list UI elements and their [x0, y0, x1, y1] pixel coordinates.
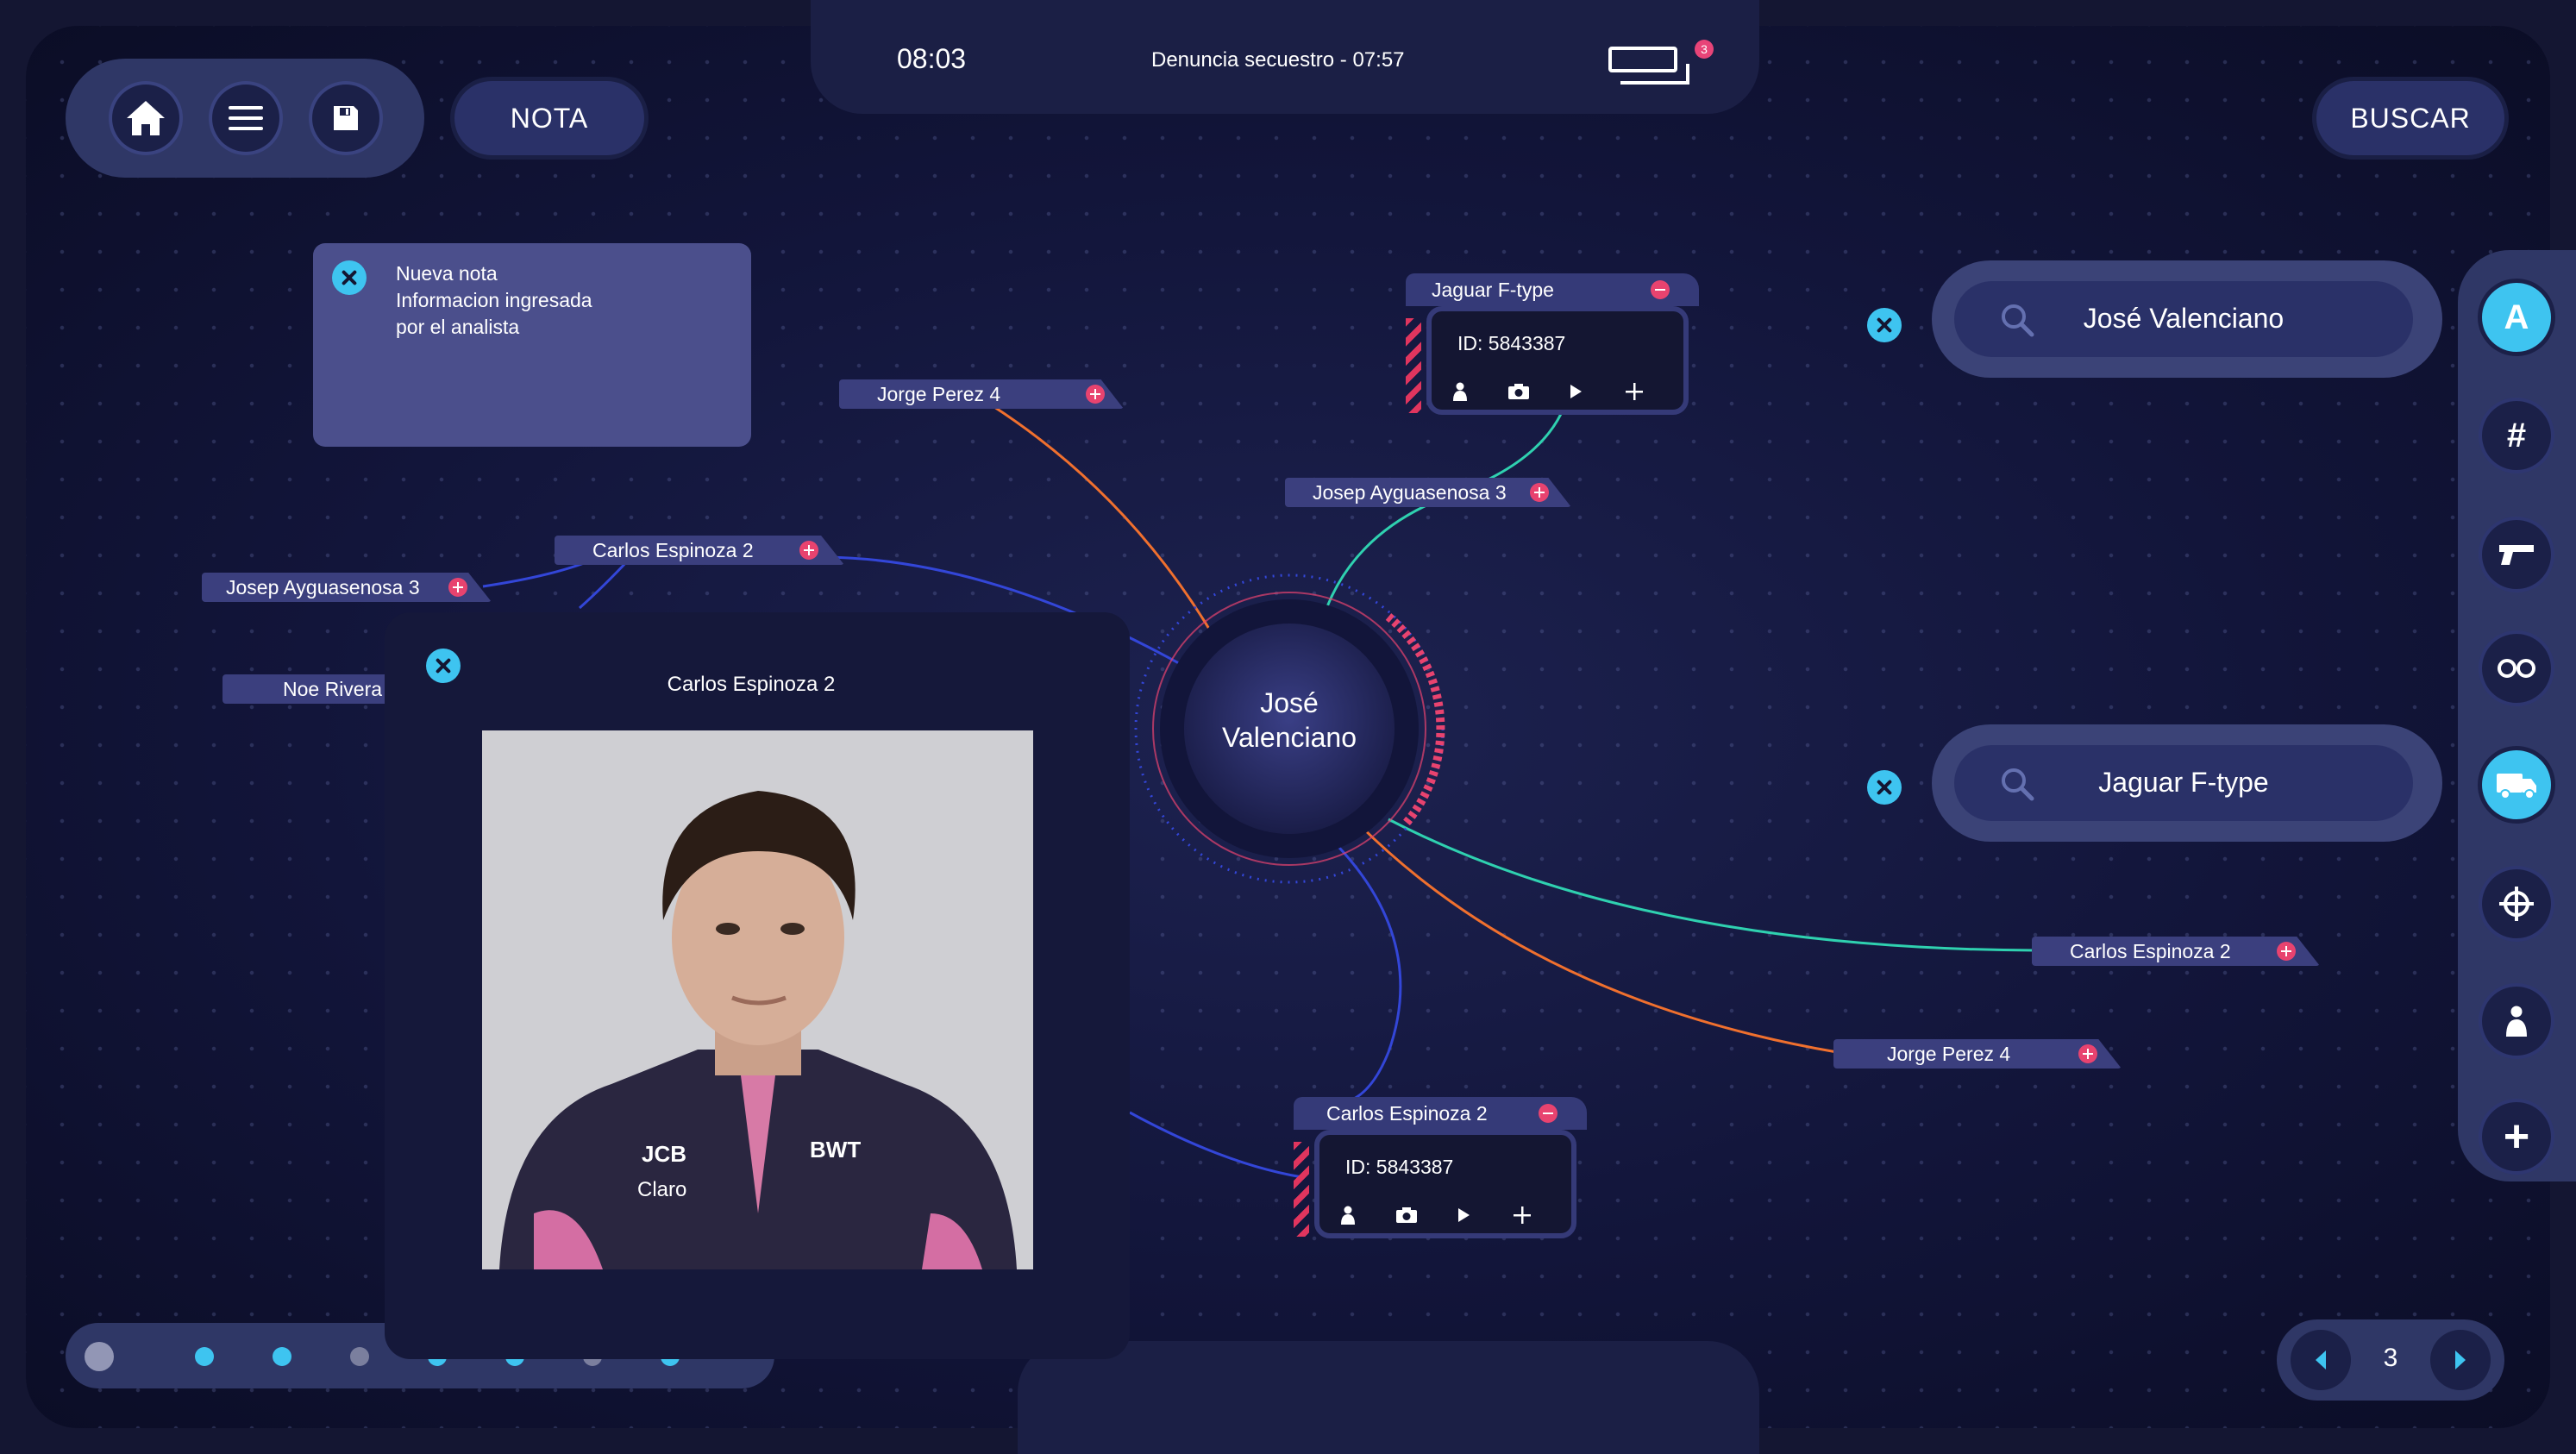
tag-label: Josep Ayguasenosa 3: [226, 576, 420, 599]
tag-josep-ayguasenosa-left[interactable]: Josep Ayguasenosa 3: [202, 573, 492, 602]
remove-icon[interactable]: [1651, 280, 1670, 299]
timeline-dot-2[interactable]: [195, 1347, 214, 1366]
search-field-1[interactable]: José Valenciano: [1932, 260, 2442, 378]
add-icon[interactable]: [1511, 1204, 1533, 1226]
remove-icon[interactable]: [1539, 1104, 1558, 1123]
svg-text:Claro: Claro: [637, 1178, 686, 1201]
plus-label: +: [2503, 1112, 2530, 1162]
close-note-icon[interactable]: [332, 260, 367, 295]
play-icon[interactable]: [1452, 1204, 1475, 1226]
person-icon[interactable]: [1449, 380, 1471, 403]
chevron-right-icon: [2455, 1351, 2466, 1369]
tag-carlos-espinoza-left[interactable]: Carlos Espinoza 2: [555, 536, 844, 565]
add-icon[interactable]: [1530, 483, 1549, 502]
camera-icon[interactable]: [1507, 380, 1530, 403]
add-icon[interactable]: [2277, 942, 2296, 961]
chevron-left-icon: [2316, 1351, 2326, 1369]
tag-carlos-espinoza-right[interactable]: Carlos Espinoza 2: [2032, 937, 2320, 966]
person-card-carlos-espinoza[interactable]: Carlos Espinoza 2 ID: 5843387: [1294, 1097, 1587, 1249]
note-line-3: por el analista: [396, 316, 520, 338]
search-inner: Jaguar F-type: [1954, 745, 2413, 821]
timeline-dot-1[interactable]: [85, 1342, 114, 1371]
edge-carlos-card-left: [1129, 1111, 1303, 1179]
letter-a-icon[interactable]: A: [2482, 283, 2551, 352]
timeline-dot-4[interactable]: [350, 1347, 369, 1366]
pistol-icon[interactable]: [2482, 520, 2551, 589]
hashtag-label: #: [2506, 416, 2527, 454]
edge-carlos-espinoza-right: [1388, 818, 2036, 952]
hashtag-icon[interactable]: #: [2482, 401, 2551, 470]
truck-icon[interactable]: [2482, 750, 2551, 819]
note-line-2: Informacion ingresada: [396, 289, 592, 311]
plus-icon[interactable]: +: [2482, 1102, 2551, 1171]
page-number: 3: [2383, 1344, 2398, 1372]
person-icon[interactable]: [1337, 1204, 1359, 1226]
tag-label: Josep Ayguasenosa 3: [1313, 481, 1507, 504]
search-value: José Valenciano: [2083, 303, 2285, 334]
svg-text:BWT: BWT: [810, 1137, 861, 1163]
camera-icon[interactable]: [1395, 1204, 1418, 1226]
add-icon[interactable]: [2078, 1044, 2097, 1063]
tag-jorge-perez-top[interactable]: Jorge Perez 4: [839, 379, 1124, 409]
tag-label: Carlos Espinoza 2: [592, 539, 754, 561]
central-node-last-name: Valenciano: [1222, 722, 1357, 753]
portrait-illustration: JCB Claro BWT: [482, 730, 1033, 1269]
add-icon[interactable]: [1086, 385, 1105, 404]
svg-text:JCB: JCB: [642, 1141, 686, 1167]
edge-noe-rivera: [579, 557, 631, 610]
card-id: ID: 5843387: [1345, 1156, 1454, 1178]
vehicle-card-jaguar[interactable]: Jaguar F-type ID: 5843387: [1406, 273, 1699, 425]
card-id: ID: 5843387: [1457, 332, 1566, 354]
tag-label: Noe Rivera: [283, 678, 383, 700]
handcuffs-icon[interactable]: [2482, 634, 2551, 703]
clear-search-1-icon[interactable]: [1867, 308, 1902, 342]
card-body: ID: 5843387: [1314, 1130, 1576, 1238]
card-stripes: [1294, 1142, 1309, 1237]
crosshair-icon[interactable]: [2482, 869, 2551, 938]
person-icon[interactable]: [2482, 987, 2551, 1056]
add-icon[interactable]: [448, 578, 467, 597]
add-icon[interactable]: [1623, 380, 1645, 403]
timeline-dot-3[interactable]: [273, 1347, 291, 1366]
central-node-name: José Valenciano: [1203, 686, 1376, 755]
card-stripes: [1406, 318, 1421, 413]
search-field-2[interactable]: Jaguar F-type: [1932, 724, 2442, 842]
tag-noe-rivera[interactable]: Noe Rivera: [223, 674, 412, 704]
clear-search-2-icon[interactable]: [1867, 770, 1902, 805]
tag-label: Carlos Espinoza 2: [2070, 940, 2231, 962]
search-value: Jaguar F-type: [2098, 767, 2269, 798]
pagination-control: 3: [2277, 1319, 2504, 1401]
note-line-1: Nueva nota: [396, 262, 498, 285]
card-body: ID: 5843387: [1426, 306, 1689, 415]
previous-page-button[interactable]: [2291, 1330, 2351, 1390]
next-page-button[interactable]: [2430, 1330, 2491, 1390]
add-icon[interactable]: [799, 541, 818, 560]
note-panel: Nueva nota Informacion ingresada por el …: [313, 243, 751, 447]
play-icon[interactable]: [1564, 380, 1587, 403]
search-inner: José Valenciano: [1954, 281, 2413, 357]
letter-a-label: A: [2504, 298, 2529, 336]
tag-label: Jorge Perez 4: [1887, 1043, 2011, 1065]
person-photo: JCB Claro BWT: [482, 730, 1033, 1269]
central-node-first-name: José: [1260, 687, 1319, 718]
note-text: Nueva nota Informacion ingresada por el …: [396, 260, 592, 341]
tag-jorge-perez-right[interactable]: Jorge Perez 4: [1833, 1039, 2122, 1069]
tag-label: Jorge Perez 4: [877, 383, 1001, 405]
tag-josep-ayguasenosa-right[interactable]: Josep Ayguasenosa 3: [1285, 478, 1571, 507]
photo-panel-title: Carlos Espinoza 2: [667, 673, 836, 696]
